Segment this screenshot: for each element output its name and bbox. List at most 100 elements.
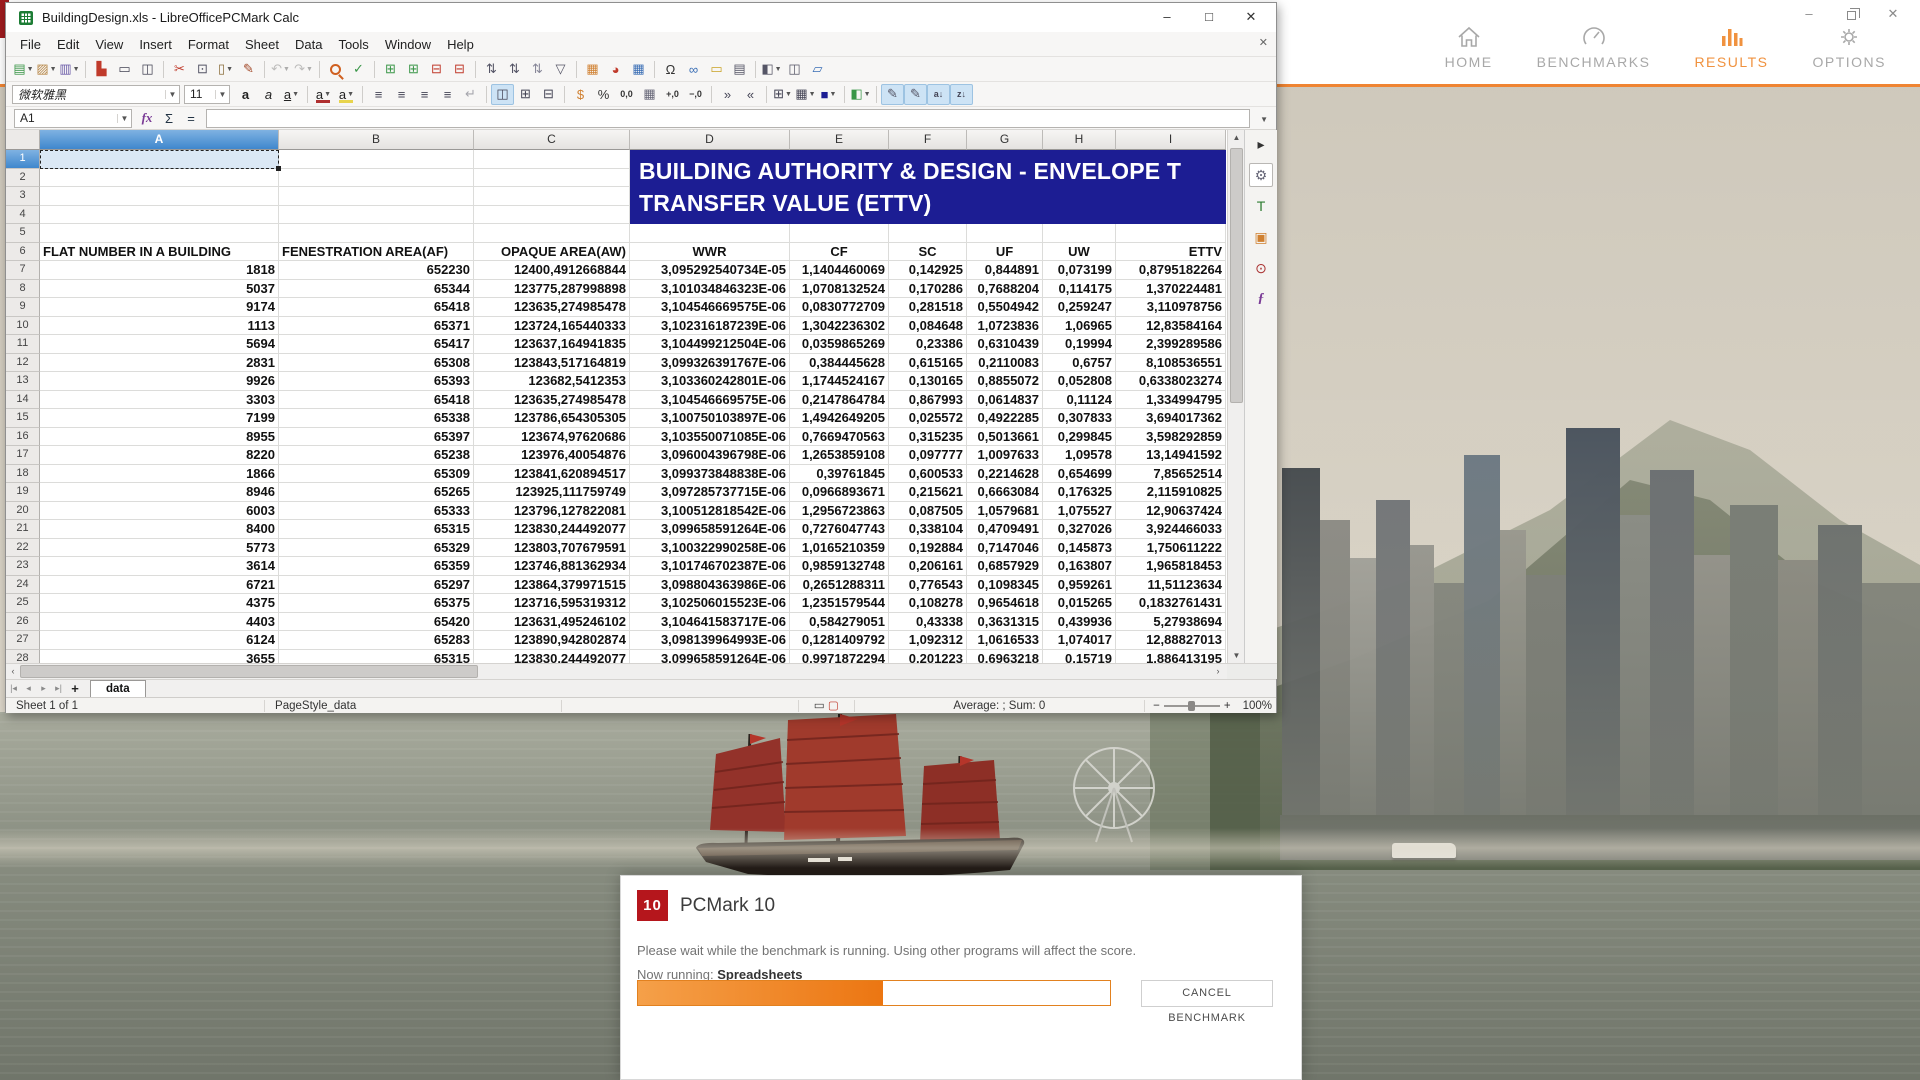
cell-D25[interactable]: 3,102506015523E-06 [630, 594, 790, 613]
calc-minimize-button[interactable]: – [1146, 3, 1188, 31]
cell-D14[interactable]: 3,104546669575E-06 [630, 391, 790, 410]
functions-icon[interactable]: ƒ [1249, 287, 1273, 311]
chevron-down-icon[interactable]: ▼ [775, 66, 782, 73]
column-header-E[interactable]: E [790, 130, 889, 150]
column-header-B[interactable]: B [279, 130, 474, 150]
row-header-3[interactable]: 3 [6, 187, 40, 206]
expand-formula-bar-icon[interactable]: ▼ [1260, 115, 1268, 124]
cell-H22[interactable]: 0,145873 [1043, 539, 1116, 558]
merge-cells-icon[interactable]: ⊞ [514, 84, 537, 105]
cell-D18[interactable]: 3,099373848838E-06 [630, 465, 790, 484]
cell-G8[interactable]: 0,7688204 [967, 280, 1043, 299]
cell-H13[interactable]: 0,052808 [1043, 372, 1116, 391]
insert-column-before-icon[interactable]: ⊞ [402, 59, 425, 80]
select-all-corner[interactable] [6, 130, 40, 150]
cell-C12[interactable]: 123843,517164819 [474, 354, 630, 373]
cell-A6[interactable]: FLAT NUMBER IN A BUILDING [40, 243, 279, 262]
cell-B18[interactable]: 65309 [279, 465, 474, 484]
row-header-22[interactable]: 22 [6, 539, 40, 558]
cell-I13[interactable]: 0,6338023274 [1116, 372, 1226, 391]
number-format-icon[interactable]: 0,0 [615, 84, 638, 105]
cell-G27[interactable]: 1,0616533 [967, 631, 1043, 650]
cell-B4[interactable] [279, 206, 474, 225]
chevron-down-icon[interactable]: ▼ [27, 66, 34, 73]
vertical-scrollbar-thumb[interactable] [1230, 148, 1243, 403]
sort-za-icon[interactable]: z↓ [950, 84, 973, 105]
cell-H23[interactable]: 0,163807 [1043, 557, 1116, 576]
cell-B19[interactable]: 65265 [279, 483, 474, 502]
cell-C8[interactable]: 123775,287998898 [474, 280, 630, 299]
cell-C7[interactable]: 12400,4912668844 [474, 261, 630, 280]
cell-E11[interactable]: 0,0359865269 [790, 335, 889, 354]
function-wizard-icon[interactable]: fx [136, 110, 158, 126]
cell-F8[interactable]: 0,170286 [889, 280, 967, 299]
sort-descending-icon[interactable]: ⇅ [503, 59, 526, 80]
cell-G5[interactable] [967, 224, 1043, 243]
underline-icon[interactable]: a▼ [280, 84, 303, 105]
cell-D19[interactable]: 3,097285737715E-06 [630, 483, 790, 502]
zoom-slider[interactable] [1164, 705, 1220, 707]
cell-G17[interactable]: 1,0097633 [967, 446, 1043, 465]
cell-I14[interactable]: 1,334994795 [1116, 391, 1226, 410]
menu-help[interactable]: Help [439, 34, 482, 55]
cell-A16[interactable]: 8955 [40, 428, 279, 447]
zoom-slider-thumb[interactable] [1188, 701, 1195, 711]
menu-sheet[interactable]: Sheet [237, 34, 287, 55]
calc-close-button[interactable]: ✕ [1230, 3, 1272, 31]
row-header-4[interactable]: 4 [6, 206, 40, 225]
cell-H7[interactable]: 0,073199 [1043, 261, 1116, 280]
properties-icon[interactable]: ⚙ [1249, 163, 1273, 187]
cell-B5[interactable] [279, 224, 474, 243]
cell-E9[interactable]: 0,0830772709 [790, 298, 889, 317]
cell-A13[interactable]: 9926 [40, 372, 279, 391]
cell-E13[interactable]: 1,1744524167 [790, 372, 889, 391]
cell-F15[interactable]: 0,025572 [889, 409, 967, 428]
cell-B14[interactable]: 65418 [279, 391, 474, 410]
row-header-2[interactable]: 2 [6, 169, 40, 188]
formula-input[interactable] [206, 109, 1250, 128]
cell-B10[interactable]: 65371 [279, 317, 474, 336]
show-draw-functions-icon[interactable]: ▱ [806, 59, 829, 80]
cell-F24[interactable]: 0,776543 [889, 576, 967, 595]
chevron-down-icon[interactable]: ▼ [226, 66, 233, 73]
vertical-scrollbar[interactable]: ▲ ▼ [1227, 130, 1244, 663]
row-header-8[interactable]: 8 [6, 280, 40, 299]
cell-C23[interactable]: 123746,881362934 [474, 557, 630, 576]
cell-I5[interactable] [1116, 224, 1226, 243]
cell-G9[interactable]: 0,5504942 [967, 298, 1043, 317]
cell-D11[interactable]: 3,104499212504E-06 [630, 335, 790, 354]
cell-G26[interactable]: 0,3631315 [967, 613, 1043, 632]
cell-B26[interactable]: 65420 [279, 613, 474, 632]
cell-F7[interactable]: 0,142925 [889, 261, 967, 280]
cell-D24[interactable]: 3,098804363986E-06 [630, 576, 790, 595]
column-header-C[interactable]: C [474, 130, 630, 150]
row-header-23[interactable]: 23 [6, 557, 40, 576]
align-center-icon[interactable]: ≡ [390, 84, 413, 105]
scroll-down-icon[interactable]: ▼ [1228, 648, 1245, 663]
cell-F17[interactable]: 0,097777 [889, 446, 967, 465]
column-header-G[interactable]: G [967, 130, 1043, 150]
cell-B17[interactable]: 65238 [279, 446, 474, 465]
cell-F23[interactable]: 0,206161 [889, 557, 967, 576]
decrease-indent-icon[interactable]: « [739, 84, 762, 105]
cell-E8[interactable]: 1,0708132524 [790, 280, 889, 299]
cell-C2[interactable] [474, 169, 630, 188]
cell-H19[interactable]: 0,176325 [1043, 483, 1116, 502]
scroll-left-icon[interactable]: ‹ [6, 664, 20, 679]
align-justified-icon[interactable]: ≡ [436, 84, 459, 105]
cell-F22[interactable]: 0,192884 [889, 539, 967, 558]
cell-D16[interactable]: 3,103550071085E-06 [630, 428, 790, 447]
cell-G23[interactable]: 0,6857929 [967, 557, 1043, 576]
spelling-icon[interactable]: ✓ [347, 59, 370, 80]
cell-C22[interactable]: 123803,707679591 [474, 539, 630, 558]
row-header-6[interactable]: 6 [6, 243, 40, 262]
cell-B27[interactable]: 65283 [279, 631, 474, 650]
insert-chart-icon[interactable]: ◕ [604, 59, 627, 80]
cell-F27[interactable]: 1,092312 [889, 631, 967, 650]
column-header-F[interactable]: F [889, 130, 967, 150]
redo-icon[interactable]: ↷▼ [292, 59, 315, 80]
cell-E28[interactable]: 0,9971872294 [790, 650, 889, 664]
cell-D22[interactable]: 3,100322990258E-06 [630, 539, 790, 558]
add-sheet-button[interactable]: + [66, 681, 84, 696]
border-style-icon[interactable]: ▦▼ [794, 84, 817, 105]
